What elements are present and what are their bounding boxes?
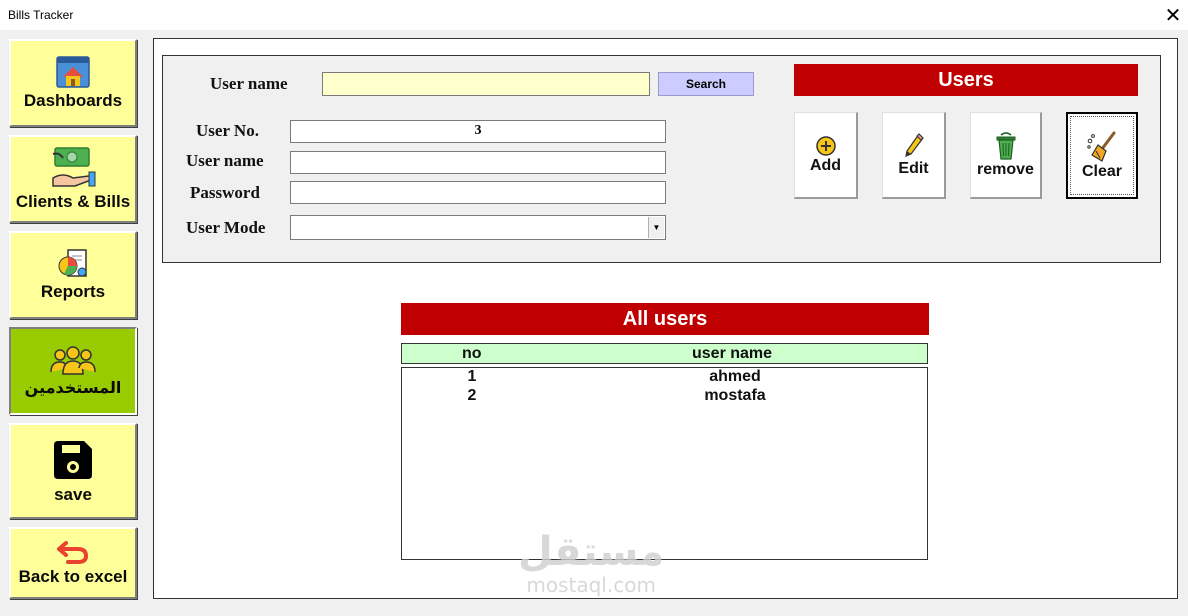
- list-item-no: 1: [467, 368, 477, 385]
- chevron-down-icon[interactable]: ▼: [648, 217, 664, 238]
- search-button[interactable]: Search: [658, 72, 754, 96]
- watermark-arabic: مستقل: [518, 529, 665, 575]
- users-group-icon: [50, 345, 96, 375]
- nav-dashboards-label: Dashboards: [23, 91, 123, 110]
- column-header-no: no: [462, 345, 482, 362]
- user-no-label: User No.: [196, 121, 259, 140]
- pencil-icon: [904, 133, 924, 157]
- list-item-no: 2: [467, 387, 477, 404]
- pie-report-icon: [58, 249, 87, 277]
- nav-clients-bills-label: Clients & Bills: [15, 192, 131, 211]
- list-item-name: ahmed: [709, 368, 761, 385]
- user-name-label: User name: [186, 151, 264, 170]
- edit-button-label: Edit: [898, 160, 929, 177]
- add-circle-icon: [815, 136, 836, 156]
- list-item-name: mostafa: [704, 387, 766, 404]
- password-label: Password: [190, 183, 260, 202]
- nav-back-to-excel-button[interactable]: Back to excel: [9, 527, 137, 599]
- edit-button[interactable]: Edit: [882, 112, 946, 199]
- close-icon[interactable]: ✕: [1158, 0, 1188, 30]
- undo-arrow-icon: [57, 541, 89, 564]
- nav-users-button[interactable]: المستخدمين: [9, 327, 137, 415]
- add-button-label: Add: [809, 157, 842, 174]
- window-title: Bills Tracker: [8, 8, 74, 22]
- remove-button[interactable]: remove: [970, 112, 1042, 199]
- nav-reports-label: Reports: [40, 282, 106, 301]
- add-button[interactable]: Add: [794, 112, 858, 199]
- nav-clients-bills-button[interactable]: Clients & Bills: [9, 135, 137, 223]
- remove-button-label: remove: [977, 161, 1034, 178]
- all-users-banner: All users: [401, 303, 929, 335]
- broom-icon: [1087, 131, 1116, 162]
- column-header-user-name: user name: [692, 345, 773, 362]
- list-item[interactable]: 1 ahmed: [402, 368, 927, 387]
- users-list-header: no user name: [401, 343, 928, 364]
- floppy-disk-icon: [54, 441, 92, 479]
- nav-reports-button[interactable]: Reports: [9, 231, 137, 319]
- search-user-name-label: User name: [210, 74, 288, 93]
- nav-save-label: save: [54, 485, 92, 504]
- clear-button[interactable]: Clear: [1066, 112, 1138, 199]
- list-item[interactable]: 2 mostafa: [402, 387, 927, 406]
- user-no-field[interactable]: 3: [290, 120, 666, 143]
- nav-save-button[interactable]: save: [9, 423, 137, 519]
- user-mode-label: User Mode: [186, 218, 266, 237]
- password-field[interactable]: [290, 181, 666, 204]
- clear-button-label: Clear: [1081, 162, 1123, 180]
- nav-users-label: المستخدمين: [24, 377, 122, 397]
- search-user-name-input[interactable]: [322, 72, 650, 96]
- user-mode-select[interactable]: ▼: [290, 215, 666, 240]
- watermark-latin: mostaql.com: [526, 573, 656, 597]
- users-listbox[interactable]: 1 ahmed 2 mostafa: [401, 367, 928, 560]
- user-name-field[interactable]: [290, 151, 666, 174]
- users-banner: Users: [794, 64, 1138, 96]
- watermark: مستقل mostaql.com: [518, 530, 664, 596]
- money-hand-icon: [52, 147, 96, 187]
- nav-dashboards-button[interactable]: Dashboards: [9, 39, 137, 127]
- home-window-icon: [56, 56, 90, 88]
- title-bar: Bills Tracker ✕: [0, 0, 1188, 30]
- trash-bin-icon: [996, 132, 1015, 160]
- nav-back-to-excel-label: Back to excel: [18, 567, 128, 586]
